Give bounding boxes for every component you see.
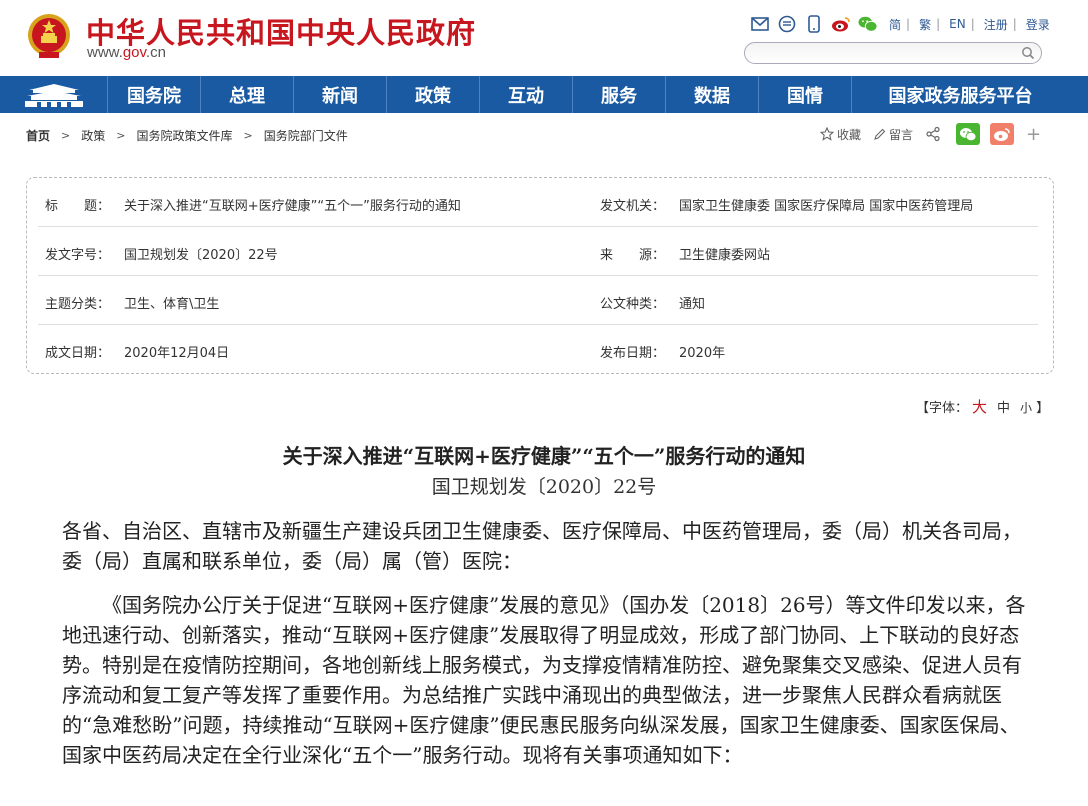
breadcrumb-policy[interactable]: 政策 [81,127,105,144]
info-row: 发文字号： 国卫规划发〔2020〕22号 来 源： 卫生健康委网站 [38,227,1038,276]
nav-item-interaction[interactable]: 互动 [480,76,573,113]
font-size-suffix: 】 [1036,401,1050,416]
national-emblem-icon[interactable] [26,12,72,60]
weibo-icon [994,127,1010,141]
document-number: 国卫规划发〔2020〕22号 [431,476,657,498]
info-label: 主题分类： [45,297,111,312]
info-label: 标 题： [45,199,111,214]
info-value: 卫生健康委网站 [679,248,771,263]
search-input[interactable] [755,45,1015,61]
nav-item-data[interactable]: 数据 [666,76,759,113]
favorite-label: 收藏 [837,127,862,142]
font-size-selector: 【字体：大中小】 [916,396,1049,417]
info-label: 发布日期： [600,346,666,361]
mobile-icon[interactable] [804,15,824,33]
nav-item-national-info[interactable]: 国情 [759,76,852,113]
chevron-right-icon: > [61,128,71,142]
wechat-icon [960,127,977,141]
info-value: 国家卫生健康委 国家医疗保障局 国家中医药管理局 [679,199,974,214]
article-paragraph: 《国务院办公厅关于促进“互联网+医疗健康”发展的意见》（国办发〔2018〕26号… [62,593,1026,767]
weibo-icon[interactable] [831,15,851,33]
divider: | [1012,17,1017,31]
chevron-right-icon: > [116,128,126,142]
font-size-medium-button[interactable]: 中 [997,401,1010,416]
divider: | [970,17,975,31]
lang-traditional-link[interactable]: 繁 [919,16,931,33]
nav-home[interactable] [0,76,108,113]
site-header: 中华人民共和国中央人民政府 www.gov.cn 简 | 繁 | EN | 注册… [0,0,1088,76]
comment-label: 留言 [889,127,914,142]
more-share-button[interactable]: + [1026,124,1041,145]
share-wechat-button[interactable] [956,123,981,145]
share-icon [926,126,940,142]
breadcrumb-policy-library[interactable]: 国务院政策文件库 [136,127,232,144]
article-tools: 收藏 留言 + [820,122,1041,146]
wechat-icon[interactable] [858,15,878,33]
divider: | [936,17,941,31]
site-url-prefix: www. [87,44,123,61]
info-value: 卫生、体育\卫生 [124,297,220,312]
info-label: 公文种类： [600,297,666,312]
nav-item-state-council[interactable]: 国务院 [108,76,201,113]
pencil-icon [874,128,886,140]
info-value: 2020年 [679,346,726,361]
nav-item-premier[interactable]: 总理 [201,76,294,113]
breadcrumb-home[interactable]: 首页 [26,127,50,144]
site-url[interactable]: www.gov.cn [87,44,166,61]
document-info-table: 标 题： 关于深入推进“互联网+医疗健康”“五个一”服务行动的通知 发文机关： … [26,177,1054,374]
lang-english-link[interactable]: EN [949,17,966,31]
site-url-suffix: .cn [145,44,166,61]
info-row: 主题分类： 卫生、体育\卫生 公文种类： 通知 [38,276,1038,325]
breadcrumb: 首页 > 政策 > 国务院政策文件库 > 国务院部门文件 [26,126,348,144]
font-size-prefix: 【字体： [916,401,969,416]
register-link[interactable]: 注册 [984,16,1008,33]
lang-simplified-link[interactable]: 简 [889,16,901,33]
info-value: 国卫规划发〔2020〕22号 [124,248,278,263]
nav-item-service-platform[interactable]: 国家政务服务平台 [852,76,1069,113]
nav-item-news[interactable]: 新闻 [294,76,387,113]
info-value: 关于深入推进“互联网+医疗健康”“五个一”服务行动的通知 [124,199,461,214]
info-row: 成文日期： 2020年12月04日 发布日期： 2020年 [38,325,1038,374]
search-box [744,42,1042,64]
breadcrumb-department-docs[interactable]: 国务院部门文件 [264,127,348,144]
share-weibo-button[interactable] [990,123,1015,145]
chevron-right-icon: > [243,128,253,142]
nav-item-services[interactable]: 服务 [573,76,666,113]
comment-button[interactable]: 留言 [873,126,913,143]
star-icon [820,127,834,141]
divider: | [906,17,911,31]
info-label: 来 源： [600,248,666,263]
nav-item-policy[interactable]: 政策 [387,76,480,113]
info-value: 通知 [679,297,706,312]
site-url-gov: gov [122,44,146,61]
tiananmen-icon [24,83,83,107]
favorite-button[interactable]: 收藏 [820,126,861,143]
utility-bar: 简 | 繁 | EN | 注册 | 登录 [750,14,1050,34]
info-value: 2020年12月04日 [124,346,230,361]
article-paragraph: 各省、自治区、直辖市及新疆生产建设兵团卫生健康委、医疗保障局、中医药管理局，委（… [62,519,1022,573]
font-size-large-button[interactable]: 大 [972,398,987,416]
main-nav: 国务院 总理 新闻 政策 互动 服务 数据 国情 国家政务服务平台 [0,76,1088,113]
message-icon[interactable] [777,15,797,33]
info-label: 成文日期： [45,346,111,361]
info-label: 发文机关： [600,199,666,214]
info-label: 发文字号： [45,248,111,263]
info-row: 标 题： 关于深入推进“互联网+医疗健康”“五个一”服务行动的通知 发文机关： … [38,178,1038,227]
font-size-small-button[interactable]: 小 [1020,401,1032,415]
search-icon[interactable] [1021,46,1035,60]
share-button[interactable] [925,126,944,142]
mail-icon[interactable] [750,15,770,33]
login-link[interactable]: 登录 [1026,16,1050,33]
article-title: 关于深入推进“互联网+医疗健康”“五个一”服务行动的通知 [282,444,806,468]
